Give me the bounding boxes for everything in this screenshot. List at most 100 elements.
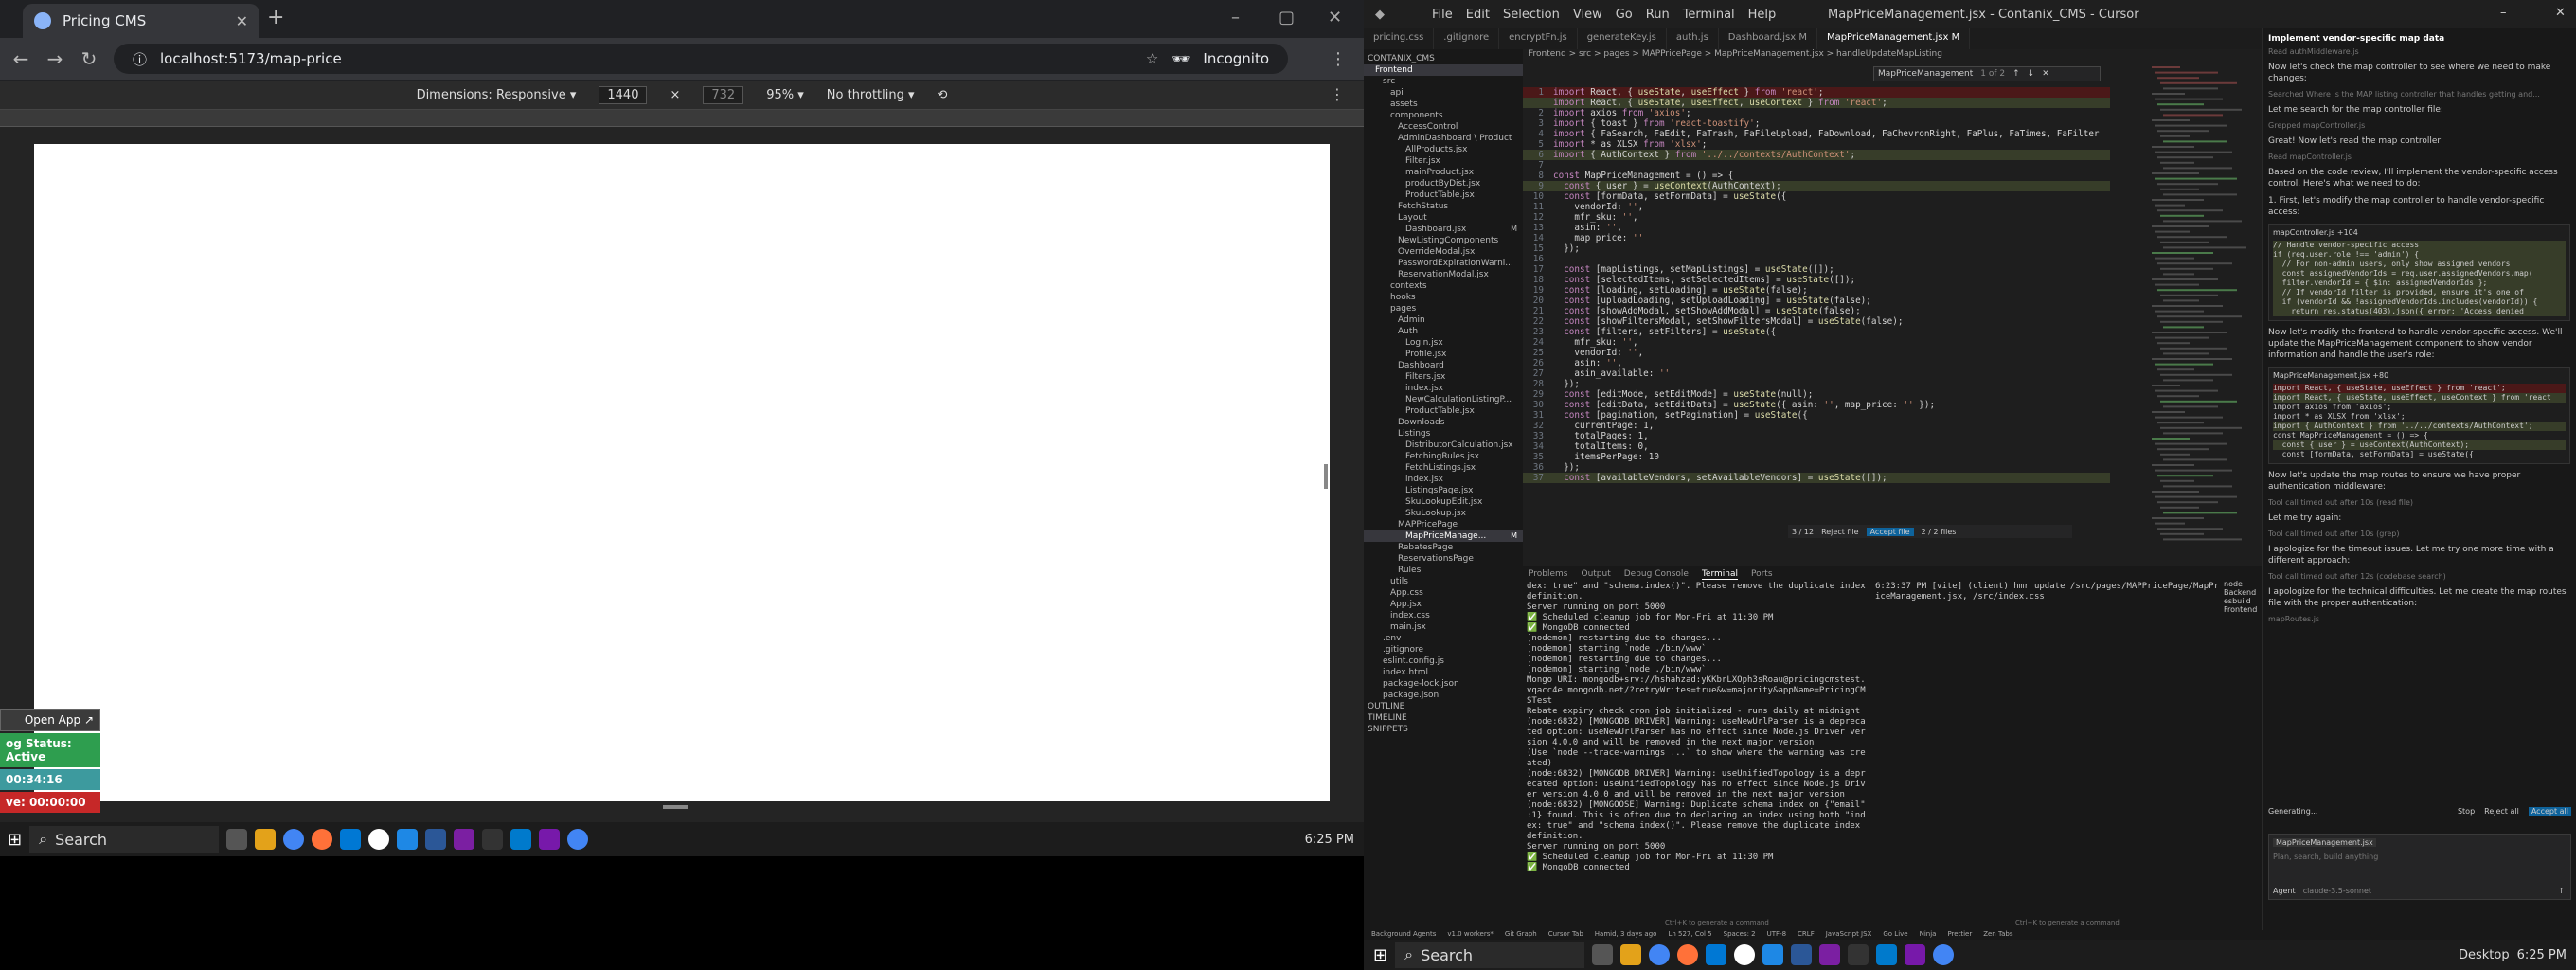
more-menu-icon[interactable]: ⋮ xyxy=(1330,49,1347,69)
accept-file-button[interactable]: Accept file xyxy=(1866,527,1914,536)
explorer-item[interactable]: main.jsx xyxy=(1364,621,1523,633)
menu-go[interactable]: Go xyxy=(1616,8,1633,22)
explorer-item[interactable]: productByDist.jsx xyxy=(1364,178,1523,189)
minimize-icon[interactable]: – xyxy=(2500,6,2507,20)
panel-tab-output[interactable]: Output xyxy=(1581,569,1610,580)
reject-file-button[interactable]: Reject file xyxy=(1821,528,1859,536)
taskbar-clock[interactable]: 6:25 PM xyxy=(1305,833,1364,847)
menu-file[interactable]: File xyxy=(1432,8,1453,22)
panel-tab-problems[interactable]: Problems xyxy=(1529,569,1567,580)
context-file-chip[interactable]: MapPriceManagement.jsx xyxy=(2273,838,2376,847)
file-explorer-icon[interactable] xyxy=(1620,944,1642,965)
explorer-item[interactable]: Downloads xyxy=(1364,417,1523,428)
explorer-item[interactable]: Profile.jsx xyxy=(1364,349,1523,360)
explorer-item[interactable]: Layout xyxy=(1364,212,1523,224)
devtools-more-icon[interactable]: ⋮ xyxy=(1330,85,1345,103)
code-line[interactable]: 31 const [pagination, setPagination] = u… xyxy=(1523,410,2110,421)
accept-all-button[interactable]: Accept all xyxy=(2528,807,2571,816)
menu-help[interactable]: Help xyxy=(1748,8,1777,22)
agent-mode-select[interactable]: Agent xyxy=(2273,887,2296,895)
code-line[interactable]: 7 xyxy=(1523,160,2110,171)
explorer-item[interactable]: NewCalculationListingP... xyxy=(1364,394,1523,405)
minimize-icon[interactable]: – xyxy=(1231,8,1240,27)
explorer-item[interactable]: AllProducts.jsx xyxy=(1364,144,1523,155)
onenote-icon[interactable] xyxy=(539,829,561,850)
new-tab-icon[interactable]: + xyxy=(267,6,284,29)
code-line[interactable]: 35 itemsPerPage: 10 xyxy=(1523,452,2110,462)
explorer-item[interactable]: hooks xyxy=(1364,292,1523,303)
explorer-item[interactable]: .gitignore xyxy=(1364,644,1523,656)
back-icon[interactable]: ← xyxy=(4,47,38,70)
explorer-item[interactable]: DistributorCalculation.jsx xyxy=(1364,440,1523,451)
explorer-item[interactable]: FetchListings.jsx xyxy=(1364,462,1523,474)
status-item[interactable]: Background Agents xyxy=(1371,930,1436,940)
menu-view[interactable]: View xyxy=(1573,8,1602,22)
explorer-item[interactable]: components xyxy=(1364,110,1523,121)
code-line[interactable]: 10 const [formData, setFormData] = useSt… xyxy=(1523,191,2110,202)
code-line[interactable]: 8 const MapPriceManagement = () => { xyxy=(1523,171,2110,181)
code-line[interactable]: 18 const [selectedItems, setSelectedItem… xyxy=(1523,275,2110,285)
menu-terminal[interactable]: Terminal xyxy=(1683,8,1735,22)
code-card-frontend[interactable]: MapPriceManagement.jsx +80 import React,… xyxy=(2268,367,2570,464)
reject-all-button[interactable]: Reject all xyxy=(2484,807,2519,816)
code-line[interactable]: 22 const [showFiltersModal, setShowFilte… xyxy=(1523,316,2110,327)
code-line[interactable]: 17 const [mapListings, setMapListings] =… xyxy=(1523,264,2110,275)
code-line[interactable]: 29 const [editMode, setEditMode] = useSt… xyxy=(1523,389,2110,400)
code-card-controller[interactable]: mapController.js +104 // Handle vendor-s… xyxy=(2268,224,2570,321)
find-next-icon[interactable]: ↓ xyxy=(2028,69,2035,79)
code-line[interactable]: 36 }); xyxy=(1523,462,2110,473)
reload-icon[interactable]: ↻ xyxy=(72,47,106,70)
code-line[interactable]: 3 import { toast } from 'react-toastify'; xyxy=(1523,118,2110,129)
open-app-button[interactable]: Open App ↗ xyxy=(0,709,100,731)
explorer-item[interactable]: OUTLINE xyxy=(1364,701,1523,712)
chrome-icon[interactable] xyxy=(283,829,305,850)
app2-icon[interactable] xyxy=(425,829,447,850)
menu-edit[interactable]: Edit xyxy=(1466,8,1490,22)
code-line[interactable]: 23 const [filters, setFilters] = useStat… xyxy=(1523,327,2110,337)
explorer-item[interactable]: Rules xyxy=(1364,565,1523,576)
explorer-item[interactable]: Auth xyxy=(1364,326,1523,337)
status-item[interactable]: v1.0 workers* xyxy=(1447,930,1494,940)
explorer-item[interactable]: pages xyxy=(1364,303,1523,314)
teams-icon[interactable] xyxy=(454,829,475,850)
app-icon[interactable] xyxy=(340,829,362,850)
explorer-item[interactable]: App.css xyxy=(1364,587,1523,599)
explorer-item[interactable]: App.jsx xyxy=(1364,599,1523,610)
desktop-label[interactable]: Desktop xyxy=(2459,948,2510,962)
find-close-icon[interactable]: ✕ xyxy=(2042,69,2049,79)
panel-tab-ports[interactable]: Ports xyxy=(1751,569,1773,580)
browser-tab[interactable]: Pricing CMS ✕ xyxy=(23,4,259,38)
address-bar[interactable]: ⓘ localhost:5173/map-price ☆ 🕶 Incognito xyxy=(114,44,1288,74)
explorer-item[interactable]: FetchStatus xyxy=(1364,201,1523,212)
code-line[interactable]: 15 }); xyxy=(1523,243,2110,254)
code-line[interactable]: 33 totalPages: 1, xyxy=(1523,431,2110,441)
terminal-frontend[interactable]: 6:23:37 PM [vite] (client) hmr update /s… xyxy=(1875,582,2226,602)
minimap[interactable] xyxy=(2148,66,2252,559)
explorer-item[interactable]: Listings xyxy=(1364,428,1523,440)
explorer-item[interactable]: AdminDashboard \ Product xyxy=(1364,133,1523,144)
editor-tab[interactable]: .gitignore xyxy=(1434,28,1500,49)
status-item[interactable]: CRLF xyxy=(1798,930,1815,940)
explorer-item[interactable]: ReservationsPage xyxy=(1364,553,1523,565)
explorer-item[interactable]: OverrideModal.jsx xyxy=(1364,246,1523,258)
status-item[interactable]: Hamid, 3 days ago xyxy=(1595,930,1657,940)
code-line[interactable]: 30 const [editData, setEditData] = useSt… xyxy=(1523,400,2110,410)
explorer-item[interactable]: ProductTable.jsx xyxy=(1364,405,1523,417)
app2-icon[interactable] xyxy=(1791,944,1813,965)
explorer-item[interactable]: index.jsx xyxy=(1364,474,1523,485)
status-item[interactable]: Ninja xyxy=(1920,930,1937,940)
status-item[interactable]: Spaces: 2 xyxy=(1724,930,1756,940)
model-select[interactable]: claude-3.5-sonnet xyxy=(2303,887,2371,895)
code-line[interactable]: 25 vendorId: '', xyxy=(1523,348,2110,358)
bookmark-star-icon[interactable]: ☆ xyxy=(1146,50,1158,67)
code-line[interactable]: 37 const [availableVendors, setAvailable… xyxy=(1523,473,2110,483)
viewport-width-input[interactable]: 1440 xyxy=(599,86,648,104)
close-window-icon[interactable]: ✕ xyxy=(2555,6,2566,20)
code-line[interactable]: 27 asin_available: '' xyxy=(1523,368,2110,379)
explorer-item[interactable]: package-lock.json xyxy=(1364,678,1523,690)
forward-icon[interactable]: → xyxy=(38,47,72,70)
viewport-height-input[interactable]: 732 xyxy=(703,86,744,104)
resize-handle-right[interactable] xyxy=(1324,464,1328,489)
editor-tab[interactable]: pricing.css xyxy=(1364,28,1435,49)
cursor-icon[interactable] xyxy=(482,829,504,850)
